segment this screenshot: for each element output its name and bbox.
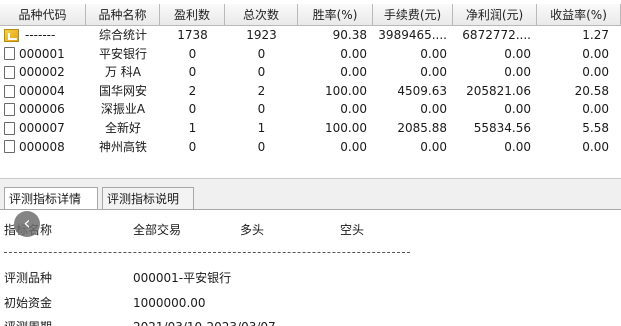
cell-win-rate: 100.00 [325,120,367,135]
tab-bar: 评测指标详情 评测指标说明 [0,178,621,212]
cell-profit-count: 0 [188,139,197,154]
detail-header-long: 多头 [240,223,265,237]
results-table: 品种代码 品种名称 盈利数 总次数 胜率(%) 手续费(元) 净利润(元) 收益… [0,0,621,178]
cell-code: 000004 [19,83,65,98]
cell-net-profit: 0.00 [504,139,531,154]
detail-key: 初始资金 [4,296,53,310]
cell-total-count: 2 [257,83,266,98]
cell-total-count: 0 [257,139,266,154]
cell-name: 神州高铁 [98,139,147,154]
cell-return-rate: 0.00 [582,102,609,117]
cell-return-rate: 0.00 [582,46,609,61]
cell-name: 全新好 [104,120,141,135]
cell-total-count: 0 [257,65,266,80]
table-row[interactable]: 000001 平安银行 0 0 0.00 0.00 0.00 0.00 [0,45,621,64]
cell-win-rate: 90.38 [332,28,367,42]
detail-panel: 指标名称 全部交易 多头 空头 评测品种 000001-平安银行 初始资金 10… [0,210,621,326]
detail-key: 评测品种 [4,271,53,285]
detail-row: 初始资金 1000000.00 [0,293,620,313]
cell-fee: 2085.88 [397,120,447,135]
table-row[interactable]: 000006 深振业A 0 0 0.00 0.00 0.00 0.00 [0,100,621,119]
detail-header-all-trades: 全部交易 [133,223,182,237]
column-header-win-rate[interactable]: 胜率(%) [298,4,373,26]
column-header-return-rate[interactable]: 收益率(%) [537,4,621,26]
cell-code: ------- [25,28,56,42]
cell-name: 综合统计 [98,28,147,42]
cell-code: 000008 [19,139,65,154]
column-header-net-profit[interactable]: 净利润(元) [453,4,537,26]
cell-code: 000006 [19,102,65,117]
detail-value: 1000000.00 [133,296,206,310]
cell-return-rate: 0.00 [582,65,609,80]
cell-profit-count: 0 [188,46,197,61]
column-header-code[interactable]: 品种代码 [0,4,86,26]
detail-row: 评测周期 2021/03/10-2023/03/07 [0,317,620,326]
document-icon [4,103,15,117]
cell-win-rate: 0.00 [340,139,367,154]
document-icon [4,140,15,154]
column-header-name[interactable]: 品种名称 [86,4,160,26]
cell-code: 000002 [19,65,65,80]
cell-fee: 0.00 [420,46,447,61]
tab-indicator-explanation[interactable]: 评测指标说明 [102,187,194,211]
back-button[interactable]: ‹ [14,211,40,237]
cell-fee: 4509.63 [397,83,447,98]
column-header-profit-count[interactable]: 盈利数 [160,4,225,26]
cell-win-rate: 0.00 [340,102,367,117]
cell-code: 000001 [19,46,65,61]
table-row[interactable]: 000007 全新好 1 1 100.00 2085.88 55834.56 5… [0,119,621,138]
document-icon [4,47,15,61]
cell-profit-count: 1738 [177,28,208,42]
cell-name: 万 科A [104,65,142,80]
cell-fee: 0.00 [420,65,447,80]
cell-win-rate: 0.00 [340,65,367,80]
table-header: 品种代码 品种名称 盈利数 总次数 胜率(%) 手续费(元) 净利润(元) 收益… [0,0,621,26]
cell-net-profit: 55834.56 [473,120,531,135]
cell-total-count: 0 [257,102,266,117]
detail-value: 2021/03/10-2023/03/07 [133,317,276,326]
cell-fee: 0.00 [420,102,447,117]
detail-value: 000001-平安银行 [133,271,232,285]
cell-profit-count: 0 [188,65,197,80]
detail-header-short: 空头 [340,223,365,237]
cell-code: 000007 [19,120,65,135]
cell-total-count: 0 [257,46,266,61]
cell-net-profit: 205821.06 [466,83,531,98]
table-row[interactable]: 000004 国华网安 2 2 100.00 4509.63 205821.06… [0,82,621,101]
cell-return-rate: 1.27 [582,28,609,42]
cell-profit-count: 1 [188,120,197,135]
cell-name: 国华网安 [98,83,147,98]
chevron-left-icon: ‹ [23,213,31,234]
cell-fee: 3989465.... [378,28,447,42]
cell-profit-count: 0 [188,102,197,117]
detail-header: 指标名称 全部交易 多头 空头 [0,220,620,240]
cell-net-profit: 0.00 [504,65,531,80]
cell-win-rate: 0.00 [340,46,367,61]
cell-win-rate: 100.00 [325,83,367,98]
cell-name: 深振业A [100,102,146,117]
detail-row: 评测品种 000001-平安银行 [0,268,620,288]
cell-net-profit: 0.00 [504,46,531,61]
detail-key: 评测周期 [4,317,52,326]
cell-return-rate: 5.58 [582,120,609,135]
cell-fee: 0.00 [420,139,447,154]
cell-total-count: 1923 [246,28,277,42]
column-header-total-count[interactable]: 总次数 [225,4,298,26]
document-icon [4,121,15,135]
dashed-divider [4,252,410,253]
table-row-summary[interactable]: ------- 综合统计 1738 1923 90.38 3989465....… [0,26,621,45]
document-icon [4,65,15,79]
cell-total-count: 1 [257,120,266,135]
table-row[interactable]: 000008 神州高铁 0 0 0.00 0.00 0.00 0.00 [0,138,621,157]
cell-name: 平安银行 [98,46,147,61]
cell-net-profit: 6872772.... [462,28,531,42]
column-header-fee[interactable]: 手续费(元) [373,4,453,26]
document-icon [4,84,15,98]
cell-return-rate: 20.58 [574,83,609,98]
cell-net-profit: 0.00 [504,102,531,117]
cell-return-rate: 0.00 [582,139,609,154]
summary-icon [4,28,19,42]
table-row[interactable]: 000002 万 科A 0 0 0.00 0.00 0.00 0.00 [0,63,621,82]
cell-profit-count: 2 [188,83,197,98]
